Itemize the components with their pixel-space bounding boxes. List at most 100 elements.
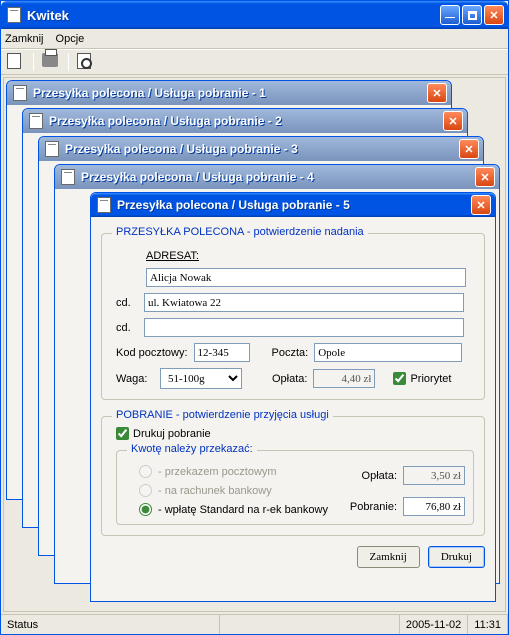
label-postcode: Kod pocztowy: [116, 347, 188, 359]
transfer-radio-3[interactable] [139, 503, 152, 516]
window-controls [440, 5, 504, 25]
child-titlebar-3: Przesyłka polecona / Usługa pobranie - 3 [39, 137, 483, 161]
status-date: 2005-11-02 [400, 615, 468, 634]
document-icon [45, 141, 59, 157]
child-title-5: Przesyłka polecona / Usługa pobranie - 5 [117, 198, 471, 212]
address-line2-input[interactable] [144, 318, 464, 337]
app-title: Kwitek [27, 8, 440, 23]
form-body: PRZESYŁKA POLECONA - potwierdzenie nadan… [91, 217, 495, 578]
address-line1-input[interactable] [144, 293, 464, 312]
label-cd1: cd. [116, 297, 138, 309]
child-title-4: Przesyłka polecona / Usługa pobranie - 4 [81, 170, 475, 184]
legend-sub: - potwierdzenie przyjęcia usługi [173, 409, 329, 421]
menubar: Zamknij Opcje [1, 29, 508, 49]
app-icon [7, 7, 21, 23]
child-close-button[interactable] [459, 139, 479, 159]
dialog-print-button[interactable]: Drukuj [428, 546, 485, 568]
child-titlebar-5: Przesyłka polecona / Usługa pobranie - 5 [91, 193, 495, 217]
close-icon [489, 9, 498, 22]
legend-sub: - potwierdzenie nadania [244, 226, 364, 238]
fee2-display [403, 466, 465, 485]
menu-options[interactable]: Opcje [56, 33, 85, 45]
transfer-opt2: - na rachunek bankowy [139, 484, 350, 497]
child-close-button[interactable] [427, 83, 447, 103]
main-window: Kwitek Zamknij Opcje Przesyłka polecona … [0, 0, 509, 635]
minimize-button[interactable] [440, 5, 460, 25]
print-cod-checkbox[interactable]: Drukuj pobranie [116, 427, 474, 440]
close-icon [476, 199, 485, 212]
print-button[interactable] [42, 53, 60, 71]
document-icon [29, 113, 43, 129]
toolbar-separator [68, 53, 69, 71]
toolbar-separator [33, 53, 34, 71]
group-legend: PRZESYŁKA POLECONA - potwierdzenie nadan… [112, 226, 368, 238]
child-close-button[interactable] [475, 167, 495, 187]
print-cod-label: Drukuj pobranie [133, 428, 211, 440]
child-titlebar-2: Przesyłka polecona / Usługa pobranie - 2 [23, 109, 467, 133]
legend-main: PRZESYŁKA POLECONA [116, 226, 244, 238]
cod-group: POBRANIE - potwierdzenie przyjęcia usług… [101, 416, 485, 536]
document-icon [13, 85, 27, 101]
maximize-icon [468, 11, 477, 20]
transfer-opt3-label: - wpłatę Standard na r-ek bankowy [158, 504, 328, 516]
child-close-button[interactable] [443, 111, 463, 131]
transfer-opt2-label: - na rachunek bankowy [158, 485, 272, 497]
document-icon [61, 169, 75, 185]
dialog-close-button[interactable]: Zamknij [357, 546, 420, 568]
close-icon [432, 87, 441, 100]
child-close-button[interactable] [471, 195, 491, 215]
preview-icon [77, 53, 91, 69]
weight-select[interactable]: 51-100g [160, 368, 242, 389]
close-button[interactable] [484, 5, 504, 25]
maximize-button[interactable] [462, 5, 482, 25]
close-icon [480, 171, 489, 184]
city-input[interactable] [314, 343, 462, 362]
status-time: 11:31 [468, 615, 508, 634]
close-icon [448, 115, 457, 128]
group-legend: POBRANIE - potwierdzenie przyjęcia usług… [112, 409, 333, 421]
label-cod: Pobranie: [350, 501, 397, 513]
transfer-opt3[interactable]: - wpłatę Standard na r-ek bankowy [139, 503, 350, 516]
document-icon [7, 53, 21, 69]
statusbar: Status 2005-11-02 11:31 [1, 614, 508, 634]
priority-label: Priorytet [410, 373, 451, 385]
label-fee2: Opłata: [362, 470, 397, 482]
label-fee1: Opłata: [272, 373, 307, 385]
label-city: Poczta: [272, 347, 309, 359]
menu-close[interactable]: Zamknij [5, 33, 44, 45]
minimize-icon [445, 9, 455, 21]
transfer-radio-1 [139, 465, 152, 478]
child-title-2: Przesyłka polecona / Usługa pobranie - 2 [49, 114, 443, 128]
document-icon [97, 197, 111, 213]
postcode-input[interactable] [194, 343, 250, 362]
transfer-opt1-label: - przekazem pocztowym [158, 466, 277, 478]
recipient-name-input[interactable] [146, 268, 466, 287]
priority-input[interactable] [393, 372, 406, 385]
main-titlebar: Kwitek [1, 1, 508, 29]
child-window-5[interactable]: Przesyłka polecona / Usługa pobranie - 5… [90, 192, 496, 602]
status-text: Status [1, 615, 220, 634]
label-adresat: ADRESAT: [146, 250, 199, 262]
transfer-legend: Kwotę należy przekazać: [127, 443, 257, 455]
status-empty [220, 615, 400, 634]
label-cd2: cd. [116, 322, 138, 334]
print-icon [42, 53, 58, 67]
close-icon [464, 143, 473, 156]
mdi-client-area: Przesyłka polecona / Usługa pobranie - 1… [3, 77, 506, 612]
print-cod-input[interactable] [116, 427, 129, 440]
child-titlebar-1: Przesyłka polecona / Usługa pobranie - 1 [7, 81, 451, 105]
new-doc-button[interactable] [7, 53, 25, 71]
label-weight: Waga: [116, 373, 154, 385]
child-title-1: Przesyłka polecona / Usługa pobranie - 1 [33, 86, 427, 100]
toolbar [1, 49, 508, 75]
transfer-radio-2 [139, 484, 152, 497]
priority-checkbox[interactable]: Priorytet [393, 372, 451, 385]
child-title-3: Przesyłka polecona / Usługa pobranie - 3 [65, 142, 459, 156]
print-preview-button[interactable] [77, 53, 95, 71]
fee1-display [313, 369, 375, 388]
child-titlebar-4: Przesyłka polecona / Usługa pobranie - 4 [55, 165, 499, 189]
legend-main: POBRANIE [116, 409, 173, 421]
cod-input[interactable] [403, 497, 465, 516]
registered-mail-group: PRZESYŁKA POLECONA - potwierdzenie nadan… [101, 233, 485, 400]
transfer-opt1: - przekazem pocztowym [139, 465, 350, 478]
